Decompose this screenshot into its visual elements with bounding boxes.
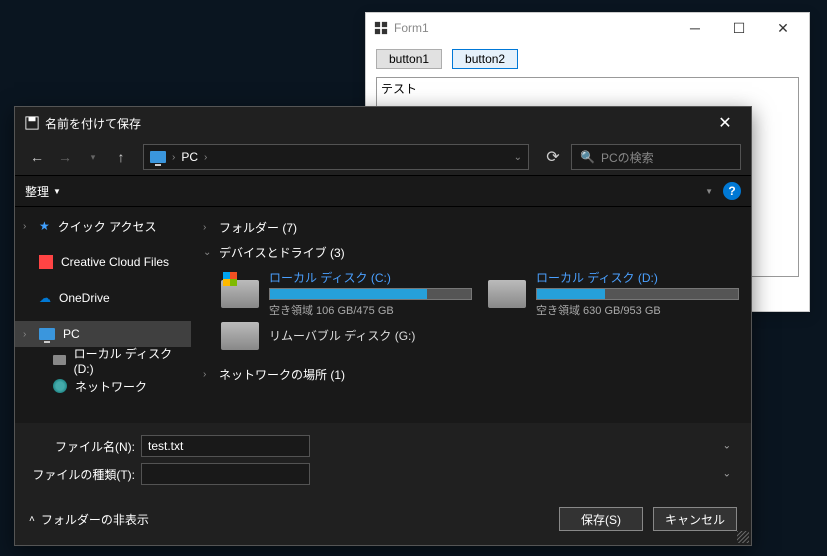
search-icon: 🔍 (580, 150, 595, 164)
help-button[interactable]: ? (723, 182, 741, 200)
sidebar-item-network[interactable]: ネットワーク (15, 373, 191, 399)
filename-input[interactable] (141, 435, 310, 457)
drive-usage-bar (536, 288, 739, 300)
pc-icon (39, 328, 55, 340)
chevron-down-icon: ▼ (53, 187, 61, 196)
chevron-down-icon: ▼ (705, 187, 713, 196)
breadcrumb-pc[interactable]: PC (181, 150, 198, 164)
app-icon (374, 21, 388, 35)
breadcrumb-dropdown[interactable]: ⌄ (514, 152, 522, 163)
toolbar: 整理 ▼ ▼ ? (15, 175, 751, 207)
chevron-right-icon[interactable]: › (23, 329, 26, 340)
chevron-right-icon: › (172, 152, 175, 163)
disk-icon (53, 355, 66, 365)
star-icon: ★ (39, 219, 50, 233)
drive-usage-bar (269, 288, 472, 300)
pc-icon (150, 151, 166, 163)
breadcrumb[interactable]: › PC › ⌄ (143, 144, 529, 170)
up-button[interactable]: ↑ (109, 145, 133, 169)
form-title: Form1 (394, 21, 673, 35)
section-folders[interactable]: › フォルダー (7) (203, 215, 739, 240)
drive-icon (221, 280, 259, 308)
drive-g[interactable]: リムーバブル ディスク (G:) (221, 322, 472, 350)
chevron-right-icon: › (204, 152, 207, 163)
chevron-right-icon: › (203, 369, 213, 380)
sidebar-item-onedrive[interactable]: ☁ OneDrive (15, 285, 191, 311)
drive-free-text: 空き領域 630 GB/953 GB (536, 302, 739, 318)
hide-folders-toggle[interactable]: ˄ フォルダーの非表示 (29, 511, 149, 528)
section-devices[interactable]: ⌄ デバイスとドライブ (3) (203, 240, 739, 265)
search-input[interactable]: 🔍 PCの検索 (571, 144, 741, 170)
removable-icon (221, 322, 259, 350)
save-icon (25, 116, 39, 130)
chevron-down-icon: ⌄ (203, 247, 213, 258)
minimize-button[interactable]: ─ (673, 14, 717, 42)
save-dialog: 名前を付けて保存 ✕ ← → ▾ ↑ › PC › ⌄ ⟳ 🔍 PCの検索 整理… (14, 106, 752, 546)
network-icon (53, 379, 67, 393)
drive-icon (488, 280, 526, 308)
refresh-button[interactable]: ⟳ (539, 144, 567, 170)
back-button[interactable]: ← (25, 145, 49, 169)
view-icon (690, 191, 701, 192)
content-area[interactable]: › フォルダー (7) ⌄ デバイスとドライブ (3) ローカル ディスク (C… (191, 207, 751, 423)
sidebar-item-creative-cloud[interactable]: Creative Cloud Files (15, 249, 191, 275)
close-button[interactable]: ✕ (761, 14, 805, 42)
button2[interactable]: button2 (452, 49, 518, 69)
cancel-button[interactable]: キャンセル (653, 507, 737, 531)
creative-cloud-icon (39, 255, 53, 269)
drive-c[interactable]: ローカル ディスク (C:) 空き領域 106 GB/475 GB (221, 269, 472, 318)
dialog-close-button[interactable]: ✕ (703, 108, 747, 138)
button1[interactable]: button1 (376, 49, 442, 69)
chevron-right-icon[interactable]: › (23, 221, 26, 232)
drive-name: リムーバブル ディスク (G:) (269, 327, 472, 344)
sidebar: › ★ クイック アクセス Creative Cloud Files ☁ One… (15, 207, 191, 423)
search-placeholder: PCの検索 (601, 149, 654, 166)
form-titlebar[interactable]: Form1 ─ ☐ ✕ (366, 13, 809, 43)
filename-label: ファイル名(N): (29, 438, 141, 455)
section-network[interactable]: › ネットワークの場所 (1) (203, 362, 739, 387)
recent-dropdown[interactable]: ▾ (81, 145, 105, 169)
dialog-title: 名前を付けて保存 (45, 115, 141, 132)
dialog-footer: ˄ フォルダーの非表示 保存(S) キャンセル (15, 503, 751, 545)
chevron-down-icon[interactable]: ⌄ (723, 469, 731, 480)
dialog-bottom: ファイル名(N): ⌄ ファイルの種類(T): ⌄ (15, 423, 751, 503)
filetype-select[interactable] (141, 463, 310, 485)
nav-bar: ← → ▾ ↑ › PC › ⌄ ⟳ 🔍 PCの検索 (15, 139, 751, 175)
chevron-up-icon: ˄ (29, 514, 35, 525)
chevron-down-icon[interactable]: ⌄ (723, 441, 731, 452)
sidebar-item-local-disk-d[interactable]: ローカル ディスク (D:) (15, 347, 191, 373)
chevron-right-icon: › (203, 222, 213, 233)
sidebar-item-pc[interactable]: › PC (15, 321, 191, 347)
dialog-titlebar[interactable]: 名前を付けて保存 ✕ (15, 107, 751, 139)
drive-free-text: 空き領域 106 GB/475 GB (269, 302, 472, 318)
drive-name: ローカル ディスク (C:) (269, 269, 472, 286)
maximize-button[interactable]: ☐ (717, 14, 761, 42)
forward-button[interactable]: → (53, 145, 77, 169)
resize-grip[interactable] (737, 531, 749, 543)
save-button[interactable]: 保存(S) (559, 507, 643, 531)
organize-menu[interactable]: 整理 ▼ (25, 183, 61, 200)
cloud-icon: ☁ (39, 291, 51, 305)
drive-name: ローカル ディスク (D:) (536, 269, 739, 286)
sidebar-item-quick-access[interactable]: › ★ クイック アクセス (15, 213, 191, 239)
view-options-button[interactable]: ▼ (690, 187, 713, 196)
drive-d[interactable]: ローカル ディスク (D:) 空き領域 630 GB/953 GB (488, 269, 739, 318)
filetype-label: ファイルの種類(T): (29, 466, 141, 483)
